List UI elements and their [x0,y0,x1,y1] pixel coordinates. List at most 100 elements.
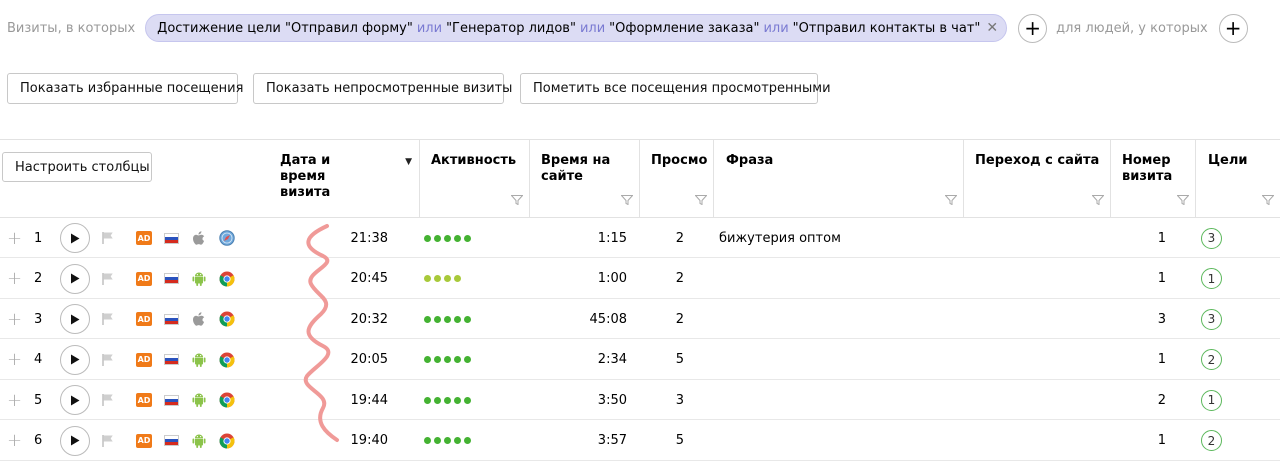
filter-funnel-icon[interactable] [1092,195,1104,205]
goals-count-badge[interactable]: 1 [1201,389,1222,411]
filter-or-label: или [763,20,789,36]
views-count: 2 [675,311,684,327]
flag-icon [102,394,113,406]
favorite-flag-button[interactable] [101,340,115,380]
activity-dot [454,275,461,282]
time-on-site: 2:34 [597,352,627,367]
row-number: 5 [34,392,43,408]
configure-columns-button[interactable]: Настроить столбцы [2,152,152,182]
play-visit-button[interactable] [60,425,90,456]
russia-flag-icon [164,232,179,244]
ad-source-icon: AD [136,393,152,407]
flag-icon [102,313,113,325]
goals-count-badge[interactable]: 3 [1201,308,1222,330]
expand-row-button[interactable]: + [7,259,22,299]
android-icon [192,421,206,461]
visit-number: 1 [1157,230,1166,246]
favorite-flag-button[interactable] [101,421,115,461]
play-visit-button[interactable] [60,385,90,415]
visit-number: 2 [1157,392,1166,408]
column-header-goals[interactable]: Цели [1195,140,1280,218]
column-header-referrer[interactable]: Переход с сайта [963,140,1110,218]
activity-dot [444,315,451,323]
column-header-time-on-site[interactable]: Время на сайте [529,140,639,218]
expand-row-button[interactable]: + [7,218,22,258]
add-visit-condition-button[interactable]: + [1018,13,1048,43]
show-unviewed-button[interactable]: Показать непросмотренные визиты [253,73,512,104]
filter-funnel-icon[interactable] [695,195,707,205]
filter-funnel-icon[interactable] [511,195,523,205]
column-header-datetime[interactable]: Дата и время визита ▼ [280,140,418,218]
goals-count-badge[interactable]: 1 [1201,268,1222,289]
safari-icon [219,218,235,258]
visit-number: 1 [1157,271,1166,286]
activity-dot [444,275,451,282]
search-phrase: бижутерия оптом [719,230,841,246]
goal-filter-chip[interactable]: Достижение цели "Отправил форму" или "Гене… [145,14,1008,42]
column-header-phrase[interactable]: Фраза [713,140,963,218]
search-phrase [719,259,959,299]
ad-source-icon: AD [136,433,152,448]
goals-count-badge[interactable]: 2 [1201,430,1222,451]
favorite-flag-button[interactable] [101,380,115,420]
expand-row-button[interactable]: + [7,421,22,461]
expand-row-button[interactable]: + [7,340,22,380]
table-row[interactable]: + 1 AD 21:38 1:15 2 бижутерия оптом 1 3 [0,218,1280,258]
play-icon [71,233,80,243]
filter-goal-name: "Генератор лидов" [446,20,576,36]
expand-row-button[interactable]: + [7,299,22,339]
column-header-activity[interactable]: Активность [419,140,529,218]
time-on-site: 3:57 [597,433,627,448]
activity-dot [444,437,451,444]
table-row[interactable]: + 2 AD 20:45 1:00 2 1 1 [0,259,1280,299]
table-row[interactable]: + 3 AD 20:32 45:08 2 3 3 [0,299,1280,339]
activity-dot [464,234,471,242]
activity-dot [444,356,451,363]
add-people-condition-button[interactable]: + [1218,13,1248,43]
row-number: 3 [34,311,43,327]
ad-source-icon: AD [136,312,152,326]
favorite-flag-button[interactable] [101,218,115,258]
play-visit-button[interactable] [60,223,90,253]
goals-count-badge[interactable]: 2 [1201,349,1222,370]
russia-flag-icon [164,394,179,406]
activity-dot [424,356,431,363]
play-visit-button[interactable] [60,304,90,334]
expand-row-button[interactable]: + [7,380,22,420]
android-icon [192,380,206,420]
visits-table-header: Настроить столбцы Дата и время визита ▼ … [0,140,1280,218]
activity-dot [434,356,441,363]
visit-number: 1 [1157,352,1166,367]
filter-funnel-icon[interactable] [945,195,957,205]
column-header-views[interactable]: Просмо [639,140,713,218]
flag-icon [102,434,113,447]
table-row[interactable]: + 6 AD 19:40 3:57 5 1 2 [0,421,1280,461]
table-row[interactable]: + 4 AD 20:05 2:34 5 1 2 [0,340,1280,380]
activity-dot [434,234,441,242]
favorite-flag-button[interactable] [101,259,115,299]
chrome-icon [219,380,235,420]
ad-source-icon: AD [136,352,152,367]
search-phrase [719,299,959,339]
sort-desc-icon: ▼ [405,157,412,167]
mark-all-viewed-button[interactable]: Пометить все посещения просмотренными [520,73,831,104]
play-visit-button[interactable] [60,263,90,294]
russia-flag-icon [164,313,179,325]
filter-funnel-icon[interactable] [621,195,633,205]
chrome-icon [219,299,235,339]
favorite-flag-button[interactable] [101,299,115,339]
filter-goal-name: "Оформление заказа" [609,20,760,36]
filter-funnel-icon[interactable] [1262,195,1274,205]
activity-dot [424,234,431,242]
filter-funnel-icon[interactable] [1177,195,1189,205]
time-on-site: 45:08 [589,311,627,327]
filter-goal-name: "Отправил контакты в чат" [792,20,981,36]
remove-filter-icon[interactable]: ✕ [986,20,998,36]
column-header-visit-number[interactable]: Номер визита [1110,140,1195,218]
chrome-icon [219,340,235,380]
table-row[interactable]: + 5 AD 19:44 3:50 3 2 1 [0,380,1280,420]
play-visit-button[interactable] [60,344,90,375]
goals-count-badge[interactable]: 3 [1201,227,1222,249]
show-favorites-button[interactable]: Показать избранные посещения [7,73,243,104]
ad-source-icon: AD [136,271,152,286]
